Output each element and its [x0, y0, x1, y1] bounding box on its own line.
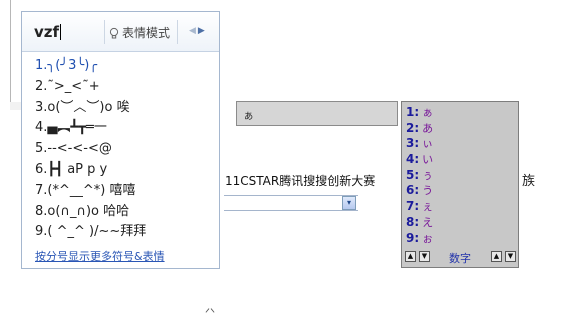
kana-index: 4:	[406, 152, 420, 167]
lightbulb-icon	[109, 27, 119, 39]
kana-item[interactable]: 4: い	[406, 152, 433, 168]
dropdown-select[interactable]: ▾	[224, 195, 358, 211]
ime-composition-text: vzf	[34, 23, 62, 41]
text-caret	[60, 24, 62, 40]
kana-item[interactable]: 8: え	[406, 215, 433, 231]
kana-char: ぁ	[422, 106, 434, 119]
kana-index: 2:	[406, 120, 420, 135]
kana-item[interactable]: 3: ぃ	[406, 136, 433, 152]
scroll-down-button[interactable]: ▼	[505, 251, 516, 262]
kana-candidate-panel: 1: ぁ 2: あ 3: ぃ 4: い 5: ぅ 6: う 7: ぇ 8: え 9: ぉ ▲ ▼ …	[401, 101, 519, 268]
kana-char: あ	[422, 121, 434, 135]
page-nav: ◀▶	[189, 26, 207, 36]
candidate-item[interactable]: 3.o(︶︿︶)o 唉	[35, 98, 146, 119]
candidate-item[interactable]: 6.┣┫ aP p y	[35, 160, 146, 181]
kana-index: 9:	[406, 230, 420, 245]
candidate-item[interactable]: 4.▄︻┻┳═一	[35, 118, 146, 139]
edge-text-fragment: 族	[522, 174, 536, 189]
kana-list: 1: ぁ 2: あ 3: ぃ 4: い 5: ぅ 6: う 7: ぇ 8: え 9: ぉ	[406, 105, 433, 246]
kana-char: ぉ	[422, 231, 434, 245]
search-input[interactable]: ぁ	[236, 101, 398, 126]
kana-item[interactable]: 7: ぇ	[406, 199, 433, 215]
kana-char: え	[422, 215, 434, 229]
emoticon-mode-label: 表情模式	[122, 26, 171, 40]
kana-char: い	[422, 153, 434, 167]
header-divider-2	[177, 20, 178, 44]
scroll-up-button[interactable]: ▲	[491, 251, 502, 262]
kana-char: ぅ	[422, 168, 434, 182]
kana-index: 3:	[406, 136, 420, 151]
header-divider	[104, 20, 105, 44]
emoticon-mode-button[interactable]: 表情模式	[108, 24, 170, 41]
next-page-icon[interactable]: ▶	[198, 26, 207, 36]
kana-item[interactable]: 2: あ	[406, 121, 433, 137]
candidate-item[interactable]: 2.˜>_<˜+	[35, 77, 146, 98]
kana-index: 5:	[406, 167, 420, 182]
kana-char: ぇ	[422, 200, 434, 214]
kana-item[interactable]: 9: ぉ	[406, 231, 433, 247]
kana-toolbar: ▲ ▼ 数字 ▲ ▼	[405, 251, 516, 265]
page-up-button[interactable]: ▲	[405, 251, 416, 262]
kana-mode-label: 数字	[449, 252, 471, 265]
page-down-button[interactable]: ▼	[419, 251, 430, 262]
contest-link[interactable]: 11CSTAR腾讯搜搜创新大赛	[225, 172, 375, 189]
kana-char: ぃ	[422, 137, 434, 151]
candidate-item[interactable]: 9.( ^_^ )/~~拜拜	[35, 222, 146, 243]
composition-string: vzf	[34, 23, 60, 41]
kana-index: 6:	[406, 183, 420, 198]
cursor-mark: ᐟᐠ	[205, 306, 216, 316]
candidate-item[interactable]: 7.(*^__^*) 嘻嘻	[35, 181, 146, 202]
chevron-down-icon[interactable]: ▾	[342, 196, 356, 210]
prev-page-icon[interactable]: ◀	[189, 26, 198, 36]
kana-item[interactable]: 5: ぅ	[406, 168, 433, 184]
kana-index: 1:	[406, 105, 420, 119]
kana-char: う	[422, 184, 434, 198]
ime-candidate-window: vzf 表情模式 ◀▶ 1.╮(╯3╰)╭ 2.˜>_<˜+ 3.o(︶︿︶)o…	[21, 11, 220, 269]
candidate-list: 1.╮(╯3╰)╭ 2.˜>_<˜+ 3.o(︶︿︶)o 唉 4.▄︻┻┳═一 …	[35, 56, 146, 243]
kana-item[interactable]: 1: ぁ	[406, 105, 433, 121]
more-symbols-link[interactable]: 按分号显示更多符号&表情	[35, 248, 165, 264]
kana-index: 8:	[406, 214, 420, 229]
candidate-item[interactable]: 5.--<-<-<@	[35, 139, 146, 160]
ime-header: vzf 表情模式 ◀▶	[22, 12, 219, 52]
candidate-item[interactable]: 1.╮(╯3╰)╭	[35, 56, 146, 77]
candidate-item[interactable]: 8.o(∩_∩)o 哈哈	[35, 202, 146, 223]
kana-index: 7:	[406, 199, 420, 214]
kana-item[interactable]: 6: う	[406, 183, 433, 199]
